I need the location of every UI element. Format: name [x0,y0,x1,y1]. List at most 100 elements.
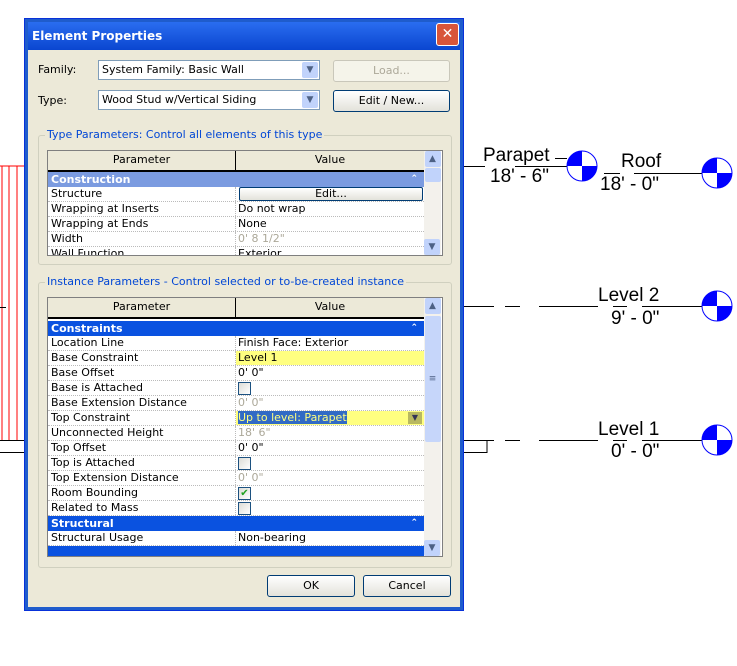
checkbox[interactable] [238,502,251,515]
property-value[interactable]: Finish Face: Exterior [236,336,424,350]
edit-new-button[interactable]: Edit / New... [333,90,450,112]
property-row[interactable]: Wrapping at Ends None [48,217,424,232]
column-header-value[interactable]: Value [236,151,424,170]
collapse-icon: ⌃ [410,518,418,528]
property-value[interactable] [236,501,424,515]
scroll-thumb[interactable]: ≡ [424,316,441,442]
scroll-up-icon[interactable]: ▲ [424,151,441,167]
property-value[interactable]: Non-bearing [236,531,424,545]
property-row[interactable]: Top Constraint Up to level: Parapet ▼ [48,411,424,426]
level-name-parapet[interactable]: Parapet [483,145,550,167]
property-name: Base is Attached [48,381,236,395]
property-value[interactable] [236,456,424,470]
property-value[interactable]: ✔ [236,486,424,500]
section-structural[interactable]: Structural ⌃ [48,516,424,531]
column-header-parameter[interactable]: Parameter [48,298,236,317]
property-row[interactable]: Top is Attached [48,456,424,471]
checkbox[interactable] [238,382,251,395]
level-elevation-level-1[interactable]: 0' - 0" [611,441,659,463]
level-name-level-1[interactable]: Level 1 [598,419,659,441]
property-row[interactable]: Top Extension Distance 0' 0" [48,471,424,486]
load-button[interactable]: Load... [333,60,450,82]
property-row[interactable]: Structure Edit... [48,187,424,202]
level-head-level-1-icon[interactable] [701,424,733,456]
family-select[interactable]: System Family: Basic Wall ▼ [98,60,320,80]
cancel-button[interactable]: Cancel [363,575,451,597]
property-row[interactable]: Base Extension Distance 0' 0" [48,396,424,411]
property-row[interactable]: Width 0' 8 1/2" [48,232,424,247]
property-name: Structure [48,187,236,201]
property-name: Wall Function [48,247,236,255]
property-row[interactable]: Base Constraint Level 1 [48,351,424,366]
value-text: Up to level: Parapet [238,411,347,424]
section-label: Construction [51,173,131,186]
property-row[interactable]: Structural Usage Non-bearing [48,531,424,546]
property-value[interactable]: 0' 0" [236,441,424,455]
property-name: Unconnected Height [48,426,236,440]
property-row[interactable]: Wrapping at Inserts Do not wrap [48,202,424,217]
level-elevation-roof[interactable]: 18' - 0" [600,174,659,196]
column-header-value[interactable]: Value [236,298,424,317]
type-select[interactable]: Wood Stud w/Vertical Siding ▼ [98,90,320,110]
value-text: None [238,217,267,230]
scroll-down-icon[interactable]: ▼ [424,540,440,556]
wall-elevation [0,165,24,440]
level-elevation-parapet[interactable]: 18' - 6" [490,166,549,188]
checkbox-checked[interactable]: ✔ [238,487,251,500]
type-parameters-caption: Type Parameters: Control all elements of… [45,128,325,141]
property-name: Width [48,232,236,246]
property-value[interactable]: 0' 0" [236,396,424,410]
value-text: Do not wrap [238,202,306,215]
property-value[interactable]: 18' 6" [236,426,424,440]
collapse-icon: ⌃ [410,174,418,184]
level-head-parapet-icon[interactable] [566,150,598,182]
scroll-up-icon[interactable]: ▲ [424,298,441,314]
property-name: Wrapping at Inserts [48,202,236,216]
level-elevation-level-2[interactable]: 9' - 0" [611,308,659,330]
property-row[interactable]: Base Offset 0' 0" [48,366,424,381]
close-button[interactable]: ✕ [436,23,459,46]
property-row[interactable]: Related to Mass [48,501,424,516]
property-value[interactable]: Edit... [236,187,424,201]
property-name: Top Offset [48,441,236,455]
property-row[interactable]: Unconnected Height 18' 6" [48,426,424,441]
value-text: 0' 0" [238,441,264,454]
property-value[interactable]: None [236,217,424,231]
element-properties-dialog: Element Properties ✕ Family: System Fami… [24,18,464,611]
instance-params-scrollbar[interactable]: ▲ ≡ ▼ [424,298,441,556]
property-name: Base Offset [48,366,236,380]
level-name-roof[interactable]: Roof [621,151,661,173]
type-value: Wood Stud w/Vertical Siding [102,93,257,106]
column-header-parameter[interactable]: Parameter [48,151,236,170]
property-name: Related to Mass [48,501,236,515]
scroll-down-icon[interactable]: ▼ [424,239,440,255]
top-constraint-dropdown[interactable]: Up to level: Parapet ▼ [236,411,424,425]
property-value[interactable]: Exterior [236,247,424,255]
property-value[interactable]: Do not wrap [236,202,424,216]
section-constraints[interactable]: Constraints ⌃ [48,321,424,336]
property-row[interactable]: Wall Function Exterior [48,247,424,255]
property-value[interactable]: Level 1 [236,351,424,365]
property-value[interactable] [236,381,424,395]
property-value[interactable]: 0' 8 1/2" [236,232,424,246]
property-row[interactable]: Base is Attached [48,381,424,396]
edit-structure-button[interactable]: Edit... [239,187,423,201]
property-value[interactable]: 0' 0" [236,366,424,380]
type-params-scrollbar[interactable]: ▲ ▼ [424,151,441,255]
value-text: 0' 0" [238,366,264,379]
checkbox[interactable] [238,457,251,470]
chevron-down-icon[interactable]: ▼ [408,412,422,424]
property-name: Top is Attached [48,456,236,470]
section-construction[interactable]: Construction ⌃ [48,172,424,187]
ok-button[interactable]: OK [267,575,355,597]
level-head-roof-icon[interactable] [701,157,733,189]
value-text: 18' 6" [238,426,271,439]
property-row[interactable]: Top Offset 0' 0" [48,441,424,456]
property-row[interactable]: Location Line Finish Face: Exterior [48,336,424,351]
property-row[interactable]: Room Bounding ✔ [48,486,424,501]
collapse-icon: ⌃ [410,323,418,333]
property-value[interactable]: 0' 0" [236,471,424,485]
scroll-thumb[interactable] [424,168,441,182]
level-name-level-2[interactable]: Level 2 [598,285,659,307]
level-head-level-2-icon[interactable] [701,290,733,322]
